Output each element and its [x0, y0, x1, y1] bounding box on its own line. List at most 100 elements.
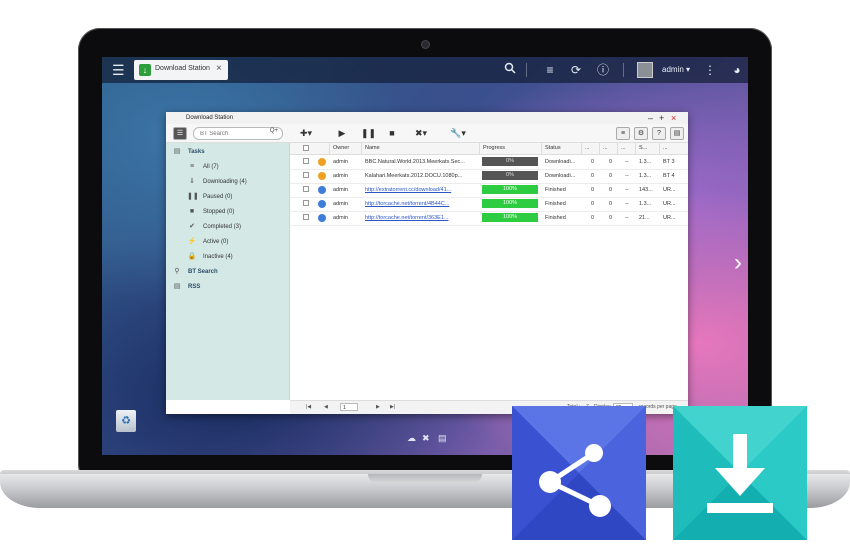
name-cell: BBC.Natural.World.2013.Meerkats.Sec... — [365, 159, 465, 165]
sidebar: ▤ Tasks ≡ All (7) ⇓ Downloading (4) ❚❚ P… — [166, 143, 290, 400]
name-cell[interactable]: http://torcache.net/torrent/4B44C... — [362, 197, 480, 211]
list-icon: ≡ — [189, 163, 195, 170]
owner-cell: admin — [333, 215, 348, 221]
sidebar-item-all[interactable]: ≡ All (7) — [166, 160, 289, 174]
cell-col6: 0 — [609, 173, 613, 179]
user-menu[interactable]: admin ▾ — [662, 65, 690, 74]
sidebar-item-completed[interactable]: ✔ Completed (3) — [166, 220, 289, 234]
cell-col7: -- — [625, 201, 629, 207]
help-button[interactable]: ? — [652, 127, 666, 140]
column-header-size[interactable]: S... — [636, 143, 660, 154]
table-row[interactable]: admin BBC.Natural.World.2013.Meerkats.Sec… — [290, 155, 688, 170]
finished-icon — [318, 214, 326, 222]
info-icon[interactable]: ⓘ — [595, 62, 611, 78]
maximize-icon[interactable]: + — [659, 112, 664, 124]
source-cell: UR... — [663, 201, 676, 207]
search-icon[interactable]: Q+ — [270, 128, 278, 134]
progress-text: 0% — [506, 158, 514, 164]
recycle-bin-icon[interactable]: ♻ — [116, 410, 136, 432]
bt-search-box[interactable]: Q+ — [193, 127, 283, 140]
pause-button[interactable]: ❚❚ — [361, 127, 376, 139]
next-page-icon[interactable]: ▶ — [376, 401, 380, 414]
sidebar-item-label: RSS — [188, 284, 201, 290]
gear-icon[interactable]: ⚙ — [634, 127, 648, 140]
add-task-button[interactable]: ✚▾ — [296, 127, 316, 139]
username: admin — [662, 65, 684, 74]
page-input[interactable]: 1 — [340, 403, 358, 411]
column-header-state[interactable] — [314, 143, 330, 154]
progress-text: 100% — [502, 200, 518, 206]
view-toggle-button[interactable]: ☰ — [173, 127, 187, 140]
settings-tools-button[interactable]: 🔧▾ — [446, 127, 470, 139]
row-checkbox[interactable] — [303, 214, 309, 220]
remove-button[interactable]: ✖▾ — [410, 127, 432, 139]
cell-col6: 0 — [609, 187, 613, 193]
wrench-icon[interactable]: ✖ — [422, 433, 430, 444]
book-icon[interactable]: ▤ — [438, 433, 447, 444]
table-row[interactable]: admin http://extratorrent.cc/download/41.… — [290, 183, 688, 198]
last-page-icon[interactable]: ▶| — [390, 401, 395, 414]
play-button[interactable]: ▶ — [336, 127, 348, 139]
source-cell: BT 4 — [663, 173, 675, 179]
column-header-col5[interactable]: ... — [582, 143, 600, 154]
minimize-icon[interactable]: – — [648, 112, 653, 124]
gauge-icon[interactable]: ◕ — [729, 62, 745, 78]
laptop-notch — [368, 474, 482, 483]
column-header-col6[interactable]: ... — [600, 143, 618, 154]
sidebar-item-inactive[interactable]: 🔒 Inactive (4) — [166, 250, 289, 264]
table-row[interactable]: admin Kalahari.Meerkats.2012.DOCU.1080p..… — [290, 169, 688, 184]
column-header-owner[interactable]: Owner — [330, 143, 362, 154]
sidebar-item-downloading[interactable]: ⇓ Downloading (4) — [166, 175, 289, 189]
column-header-name[interactable]: Name — [362, 143, 480, 154]
progress-text: 0% — [506, 172, 514, 178]
sync-icon[interactable]: ⟳ — [568, 62, 584, 78]
table-row[interactable]: admin http://torcache.net/torrent/363E1..… — [290, 211, 688, 226]
sidebar-item-rss[interactable]: ▤ RSS — [166, 280, 289, 294]
laptop-camera — [422, 41, 429, 48]
search-icon[interactable] — [502, 62, 518, 78]
chevron-right-icon[interactable]: › — [734, 249, 742, 277]
stack-icon[interactable]: ≡ — [542, 62, 558, 78]
column-header-status[interactable]: Status — [542, 143, 582, 154]
row-checkbox[interactable] — [303, 200, 309, 206]
row-checkbox[interactable] — [303, 172, 309, 178]
sidebar-item-label: Completed (3) — [203, 224, 242, 230]
close-window-icon[interactable]: × — [671, 112, 676, 124]
select-all-checkbox[interactable] — [303, 145, 309, 151]
close-icon[interactable]: × — [216, 63, 222, 74]
more-icon[interactable]: ⋮ — [702, 62, 718, 78]
window-titlebar[interactable]: Download Station – + × — [166, 112, 688, 124]
sidebar-item-stopped[interactable]: ■ Stopped (0) — [166, 205, 289, 219]
sidebar-item-paused[interactable]: ❚❚ Paused (0) — [166, 190, 289, 204]
sidebar-item-active[interactable]: ⚡ Active (0) — [166, 235, 289, 249]
column-header-col9[interactable]: ... — [660, 143, 688, 154]
row-checkbox[interactable] — [303, 186, 309, 192]
downloading-icon — [318, 158, 326, 166]
menu-icon[interactable]: ☰ — [112, 63, 126, 77]
sidebar-item-tasks[interactable]: ▤ Tasks — [166, 145, 289, 159]
panel-button[interactable]: ▤ — [670, 127, 684, 140]
size-cell: 1.3... — [639, 201, 652, 207]
add-rule-button[interactable]: ≡ — [616, 127, 630, 140]
sidebar-item-label: Inactive (4) — [203, 254, 233, 260]
bt-search-input[interactable] — [200, 128, 260, 139]
window-toolbar: ☰ Q+ ✚▾ ▶ ❚❚ ■ ✖▾ 🔧▾ ≡ ⚙ ? ▤ — [166, 124, 688, 143]
column-header-col7[interactable]: ... — [618, 143, 636, 154]
column-header-progress[interactable]: Progress — [480, 143, 542, 154]
prev-page-icon[interactable]: ◀ — [324, 401, 328, 414]
first-page-icon[interactable]: |◀ — [306, 401, 311, 414]
progress-bar: 0% — [482, 171, 538, 180]
sidebar-item-bt-search[interactable]: ⚲ BT Search — [166, 265, 289, 279]
avatar[interactable] — [637, 62, 653, 78]
table-row[interactable]: admin http://torcache.net/torrent/4B44C..… — [290, 197, 688, 212]
sidebar-item-label: Active (0) — [203, 239, 229, 245]
sidebar-item-label: Downloading (4) — [203, 179, 247, 185]
taskbar-tab-download-station[interactable]: ↓ Download Station × — [134, 60, 228, 80]
name-cell[interactable]: http://extratorrent.cc/download/41... — [362, 183, 480, 197]
name-cell[interactable]: http://torcache.net/torrent/363E1... — [362, 211, 480, 225]
stop-button[interactable]: ■ — [386, 127, 398, 139]
size-cell: 1.3... — [639, 159, 652, 165]
cell-col6: 0 — [609, 201, 613, 207]
row-checkbox[interactable] — [303, 158, 309, 164]
cloud-icon[interactable]: ☁ — [407, 433, 416, 444]
